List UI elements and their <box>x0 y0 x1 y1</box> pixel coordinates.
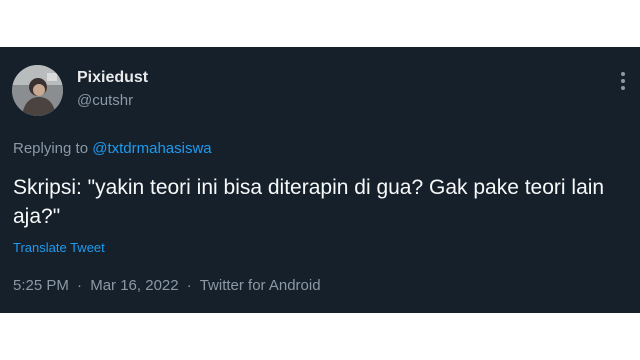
more-options-icon[interactable] <box>616 69 630 93</box>
translate-tweet-link[interactable]: Translate Tweet <box>13 240 105 255</box>
display-name[interactable]: Pixiedust <box>77 69 148 87</box>
tweet-time[interactable]: 5:25 PM <box>13 277 69 294</box>
tweet-metadata: 5:25 PM · Mar 16, 2022 · Twitter for And… <box>13 277 321 294</box>
reply-mention-link[interactable]: @txtdrmahasiswa <box>92 140 211 157</box>
replying-prefix: Replying to <box>13 140 89 157</box>
tweet-date[interactable]: Mar 16, 2022 <box>90 277 178 294</box>
avatar[interactable] <box>12 65 63 116</box>
replying-to-line: Replying to @txtdrmahasiswa <box>13 140 212 157</box>
separator: · <box>77 277 83 294</box>
user-handle[interactable]: @cutshr <box>77 92 133 109</box>
tweet-source: Twitter for Android <box>199 277 321 294</box>
tweet-text: Skripsi: "yakin teori ini bisa diterapin… <box>13 176 605 228</box>
tweet-card: Pixiedust @cutshr Replying to @txtdrmaha… <box>0 47 640 313</box>
separator: · <box>186 277 192 294</box>
